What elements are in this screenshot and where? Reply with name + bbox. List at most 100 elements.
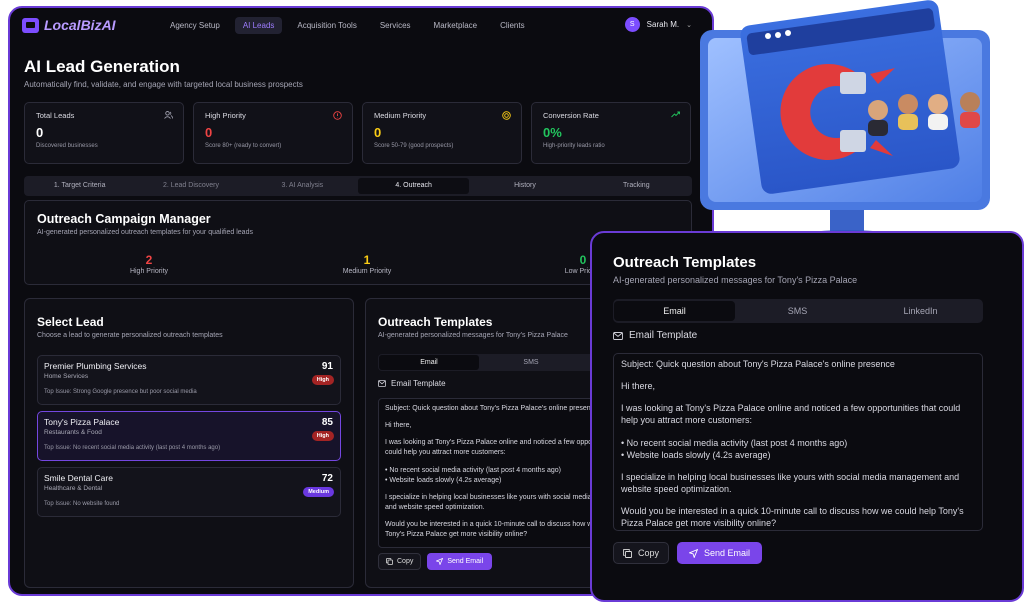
- stat-conversion-rate: Conversion Rate 0% High-priority leads r…: [531, 102, 691, 164]
- mail-icon: [378, 380, 386, 387]
- nav-acquisition-tools[interactable]: Acquisition Tools: [289, 17, 364, 34]
- alert-icon: [333, 111, 342, 122]
- zoom-templates-subtitle: AI-generated personalized messages for T…: [613, 275, 858, 285]
- stat-label: Medium Priority: [374, 111, 427, 120]
- send-email-button[interactable]: Send Email: [427, 553, 493, 570]
- count-label: Medium Priority: [342, 268, 392, 275]
- email-bullets: • No recent social media activity (last …: [621, 437, 848, 460]
- stat-desc: Score 50-79 (good prospects): [374, 143, 454, 149]
- send-label: Send Email: [447, 558, 484, 565]
- email-subject: Subject: Quick question about Tony's Piz…: [621, 359, 895, 369]
- top-navigation: LocalBizAI Agency Setup AI Leads Acquisi…: [10, 8, 712, 44]
- lead-card[interactable]: Premier Plumbing Services Home Services …: [37, 355, 341, 405]
- lead-issue: Top Issue: No website found: [44, 501, 120, 507]
- lead-name: Tony's Pizza Palace: [44, 417, 120, 427]
- email-template-label: Email Template: [629, 330, 698, 341]
- zoom-templates-title: Outreach Templates: [613, 254, 757, 271]
- user-name: Sarah M.: [646, 20, 680, 29]
- email-template-label: Email Template: [391, 379, 446, 388]
- tab-email[interactable]: Email: [379, 355, 479, 370]
- zoom-email-template-heading: Email Template: [613, 330, 697, 341]
- copy-icon: [386, 558, 393, 565]
- tab-sms[interactable]: SMS: [481, 355, 581, 370]
- zoom-tab-sms[interactable]: SMS: [737, 301, 858, 321]
- users-icon: [164, 111, 174, 121]
- copy-label: Copy: [397, 558, 414, 565]
- copy-label: Copy: [638, 548, 660, 558]
- lead-issue: Top Issue: No recent social media activi…: [44, 445, 221, 451]
- stat-value: 0%: [543, 125, 562, 140]
- nav-menu: Agency Setup AI Leads Acquisition Tools …: [162, 17, 533, 34]
- send-icon: [689, 548, 699, 558]
- priority-badge: High: [311, 431, 334, 441]
- campaign-title: Outreach Campaign Manager: [37, 212, 211, 226]
- lead-score: 91: [321, 361, 333, 372]
- mail-icon: [613, 331, 623, 340]
- lead-card-selected[interactable]: Tony's Pizza Palace Restaurants & Food T…: [37, 411, 341, 461]
- zoom-tab-email[interactable]: Email: [614, 301, 735, 321]
- nav-services[interactable]: Services: [372, 17, 419, 34]
- stat-total-leads: Total Leads 0 Discovered businesses: [24, 102, 184, 164]
- priority-badge: Medium: [303, 487, 334, 497]
- send-icon: [436, 558, 444, 565]
- select-lead-panel: Select Lead Choose a lead to generate pe…: [24, 298, 354, 588]
- lead-name: Premier Plumbing Services: [44, 361, 147, 371]
- step-tracking[interactable]: Tracking: [581, 178, 692, 194]
- zoom-copy-button[interactable]: Copy: [613, 542, 670, 564]
- count-value: 1: [363, 253, 371, 267]
- copy-icon: [623, 548, 632, 558]
- target-icon: [502, 111, 511, 122]
- zoom-template-tabs: Email SMS LinkedIn: [613, 299, 983, 323]
- email-paragraph: I was looking at Tony's Pizza Palace onl…: [621, 403, 961, 426]
- copy-button[interactable]: Copy: [378, 553, 422, 570]
- count-medium-priority: 1 Medium Priority: [307, 253, 427, 275]
- zoom-send-email-button[interactable]: Send Email: [677, 542, 763, 564]
- lead-category: Home Services: [44, 373, 89, 380]
- lead-score: 85: [321, 417, 333, 428]
- step-lead-discovery[interactable]: 2. Lead Discovery: [135, 178, 246, 194]
- email-greeting: Hi there,: [621, 381, 656, 392]
- priority-badge: High: [311, 375, 334, 385]
- campaign-subtitle: AI-generated personalized outreach templ…: [37, 229, 253, 236]
- step-history[interactable]: History: [469, 178, 580, 194]
- stat-label: Conversion Rate: [543, 111, 599, 120]
- stat-desc: Score 80+ (ready to convert): [205, 143, 282, 149]
- nav-clients[interactable]: Clients: [492, 17, 532, 34]
- outreach-templates-title: Outreach Templates: [378, 315, 493, 329]
- logo-text: LocalBizAI: [44, 17, 116, 33]
- logo-icon: [22, 17, 39, 33]
- stat-high-priority: High Priority 0 Score 80+ (ready to conv…: [193, 102, 353, 164]
- email-paragraph: Would you be interested in a quick 10-mi…: [621, 506, 964, 529]
- step-ai-analysis[interactable]: 3. AI Analysis: [247, 178, 358, 194]
- logo[interactable]: LocalBizAI: [22, 17, 116, 33]
- page-title: AI Lead Generation: [24, 57, 180, 76]
- count-label: High Priority: [129, 268, 169, 275]
- zoom-template-actions: Copy Send Email: [613, 542, 763, 564]
- stat-value: 0: [36, 125, 44, 140]
- count-value: 2: [145, 253, 153, 267]
- step-outreach[interactable]: 4. Outreach: [357, 178, 470, 194]
- magnet-monitor-illustration: [700, 0, 990, 250]
- stat-value: 0: [205, 125, 213, 140]
- zoom-tab-linkedin[interactable]: LinkedIn: [860, 301, 981, 321]
- stat-desc: Discovered businesses: [36, 143, 98, 149]
- nav-marketplace[interactable]: Marketplace: [426, 17, 486, 34]
- email-paragraph: I specialize in helping local businesses…: [621, 471, 960, 494]
- stat-value: 0: [374, 125, 382, 140]
- lead-category: Restaurants & Food: [44, 429, 102, 436]
- template-actions: Copy Send Email: [378, 553, 493, 570]
- workflow-steps: 1. Target Criteria 2. Lead Discovery 3. …: [24, 176, 692, 196]
- lead-card[interactable]: Smile Dental Care Healthcare & Dental To…: [37, 467, 341, 517]
- step-target-criteria[interactable]: 1. Target Criteria: [24, 178, 135, 194]
- select-lead-title: Select Lead: [37, 315, 104, 329]
- select-lead-subtitle: Choose a lead to generate personalized o…: [37, 332, 223, 339]
- lead-category: Healthcare & Dental: [44, 485, 103, 492]
- user-menu[interactable]: S Sarah M. ⌄: [624, 17, 692, 32]
- lead-score: 72: [321, 473, 333, 484]
- nav-ai-leads[interactable]: AI Leads: [234, 17, 283, 34]
- lead-name: Smile Dental Care: [44, 473, 113, 483]
- email-template-heading: Email Template: [378, 379, 446, 388]
- page-subtitle: Automatically find, validate, and engage…: [24, 80, 303, 89]
- zoom-email-body[interactable]: Subject: Quick question about Tony's Piz…: [613, 353, 983, 531]
- nav-agency-setup[interactable]: Agency Setup: [162, 17, 228, 34]
